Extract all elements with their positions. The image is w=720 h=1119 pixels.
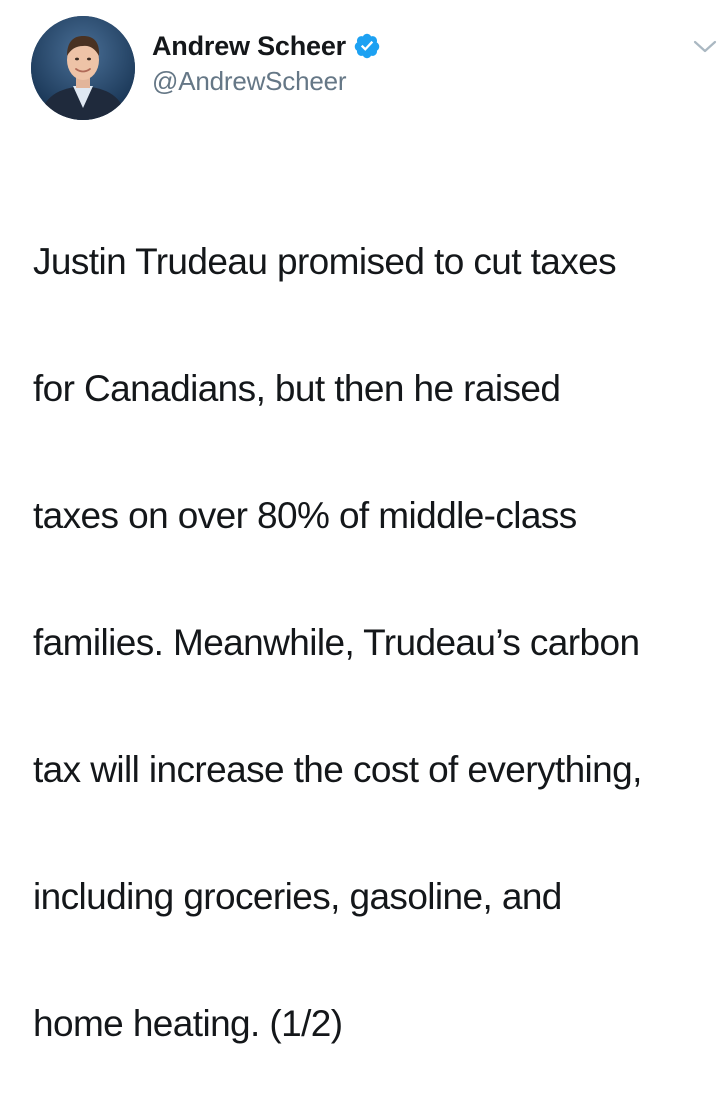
tweet-card: Andrew Scheer @AndrewScheer Justin Trude… xyxy=(0,0,720,1044)
verified-badge-icon xyxy=(353,32,381,60)
handle[interactable]: @AndrewScheer xyxy=(152,66,381,97)
chevron-down-icon[interactable] xyxy=(692,38,718,56)
profile-photo xyxy=(31,16,135,120)
tweet-text-line: tax will increase the cost of everything… xyxy=(33,748,642,790)
tweet-text-line: families. Meanwhile, Trudeau’s carbon xyxy=(33,621,640,663)
tweet-text-line: taxes on over 80% of middle-class xyxy=(33,494,577,536)
tweet-text: Justin Trudeau promised to cut taxes for… xyxy=(33,166,713,1119)
tweet-text-line: home heating. (1/2) xyxy=(33,1002,343,1044)
display-name[interactable]: Andrew Scheer xyxy=(152,31,346,62)
author-block: Andrew Scheer @AndrewScheer xyxy=(152,28,381,97)
tweet-text-line: including groceries, gasoline, and xyxy=(33,875,562,917)
tweet-text-line: Justin Trudeau promised to cut taxes xyxy=(33,240,617,282)
name-row: Andrew Scheer xyxy=(152,28,381,64)
avatar[interactable] xyxy=(31,16,135,120)
tweet-text-line: for Canadians, but then he raised xyxy=(33,367,561,409)
